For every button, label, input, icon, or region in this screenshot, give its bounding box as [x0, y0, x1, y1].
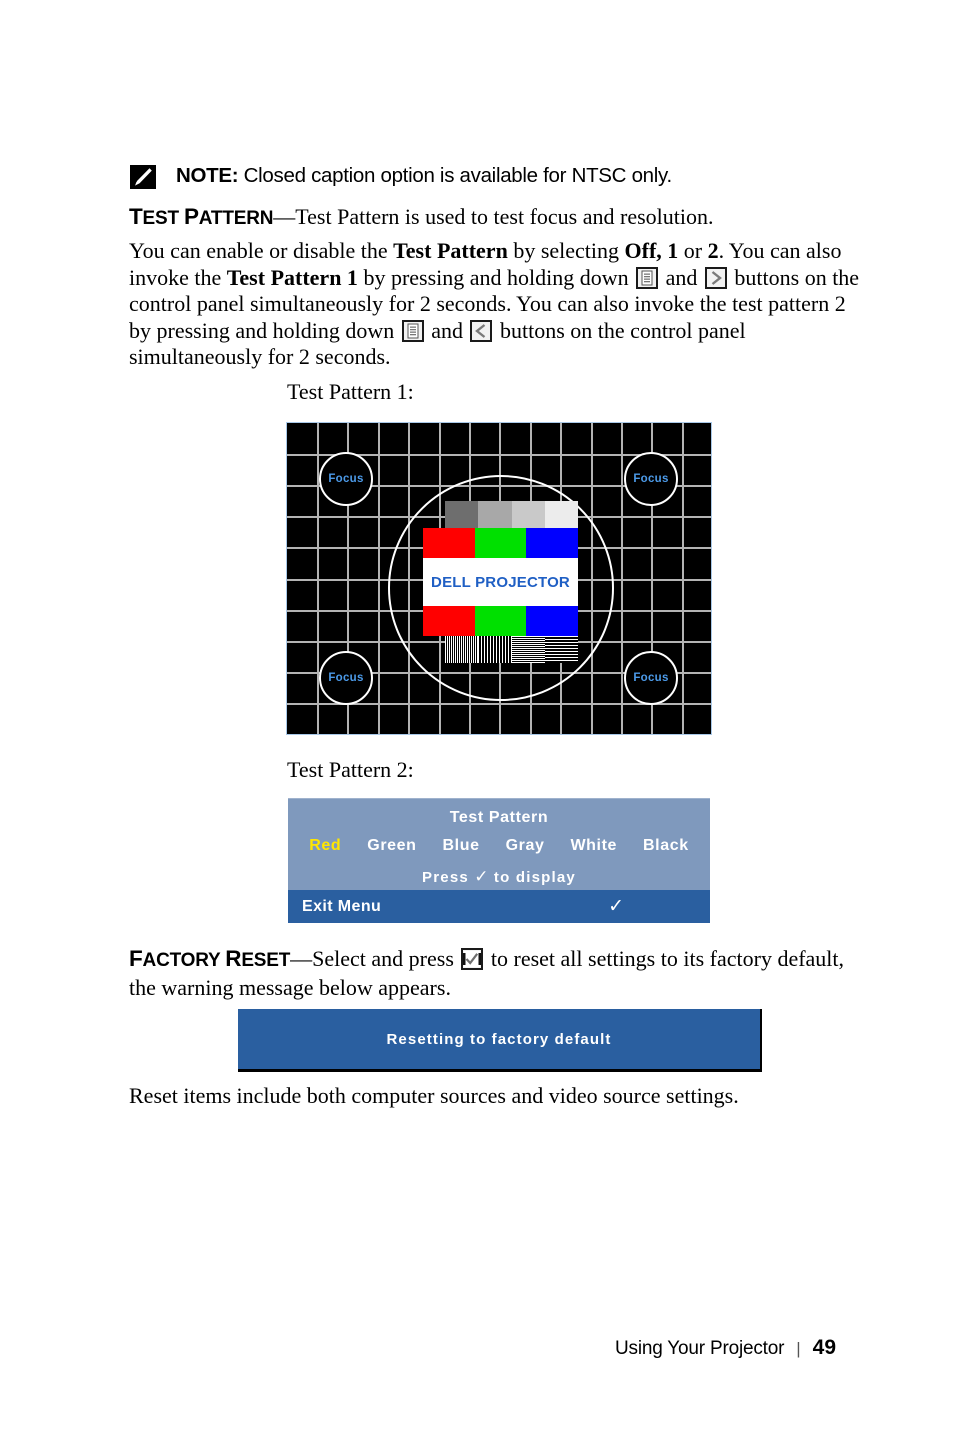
para-text-2: by selecting: [507, 238, 625, 263]
note-block: NOTE: Closed caption option is available…: [130, 163, 672, 189]
resolution-line-row: [445, 636, 578, 663]
left-arrow-icon: [470, 319, 493, 342]
green-swatch: [474, 606, 527, 636]
note-text: NOTE: Closed caption option is available…: [176, 163, 672, 189]
para-text-5: by pressing and holding down: [357, 264, 635, 290]
note-label: NOTE:: [176, 164, 239, 187]
rgb-bar-row-bottom: [423, 606, 579, 636]
note-body: Closed caption option is available for N…: [238, 164, 672, 187]
osd-option-black[interactable]: Black: [643, 837, 689, 855]
closing-paragraph: Reset items include both computer source…: [129, 1083, 739, 1108]
osd-option-red[interactable]: Red: [309, 837, 341, 855]
caption-test-pattern-1: Test Pattern 1:: [287, 379, 414, 404]
focus-circle-bottom-left: Focus: [319, 651, 373, 705]
para-bold-off1: Off, 1: [624, 238, 679, 263]
red-swatch: [423, 528, 475, 558]
focus-circle-top-right: Focus: [624, 452, 678, 506]
test-pattern-paragraph: You can enable or disable the Test Patte…: [129, 238, 869, 371]
osd-exit-label: Exit Menu: [302, 897, 382, 915]
rgb-bar-row-top: [423, 528, 579, 558]
note-pencil-icon: [130, 165, 156, 189]
focus-circle-top-left: Focus: [319, 452, 373, 506]
grayscale-bar-row: [445, 501, 578, 528]
dell-projector-text: DELL PROJECTOR: [431, 573, 570, 591]
blue-swatch: [526, 528, 579, 558]
osd-option-blue[interactable]: Blue: [443, 837, 480, 855]
gray-swatch-4: [544, 501, 578, 528]
horizontal-fine-lines: [511, 636, 545, 663]
osd-exit-menu-row[interactable]: Exit Menu ✓: [288, 890, 710, 923]
osd-option-gray[interactable]: Gray: [506, 837, 545, 855]
resetting-banner: Resetting to factory default: [238, 1009, 762, 1072]
para-bold-2: 2: [707, 238, 719, 263]
factory-reset-text-1: —Select and press: [290, 946, 460, 971]
menu-icon: [401, 319, 424, 342]
osd-option-green[interactable]: Green: [367, 837, 416, 855]
para-text-8: and: [425, 317, 469, 343]
vertical-medium-lines: [478, 636, 512, 663]
para-text-3: or: [678, 238, 708, 263]
focus-label: Focus: [633, 672, 669, 684]
test-pattern-term-desc: —Test Pattern is used to test focus and …: [273, 204, 714, 229]
factory-reset-term: FACTORY RESET: [129, 946, 291, 971]
osd-option-white[interactable]: White: [570, 837, 617, 855]
check-icon: ✓: [474, 867, 489, 886]
gray-swatch-1: [445, 501, 479, 528]
gray-swatch-2: [478, 501, 512, 528]
focus-circle-bottom-right: Focus: [624, 651, 678, 705]
footer-title: Using Your Projector: [615, 1338, 785, 1359]
horizontal-medium-lines: [544, 636, 578, 663]
factory-reset-paragraph: FACTORY RESET—Select and press to reset …: [129, 946, 869, 1001]
test-pattern-1-image: DELL PROJECTOR Focus Focus Focus Focus: [286, 422, 712, 735]
menu-icon: [636, 266, 659, 289]
document-page: NOTE: Closed caption option is available…: [0, 0, 954, 1432]
check-button-icon: [461, 948, 484, 970]
red-swatch: [423, 606, 475, 636]
para-bold-test-pattern: Test Pattern: [393, 238, 508, 263]
osd-press-hint: Press ✓ to display: [288, 867, 710, 887]
focus-label: Focus: [633, 473, 669, 485]
green-swatch: [474, 528, 527, 558]
press-suffix: to display: [493, 869, 576, 886]
check-icon: ✓: [608, 896, 624, 917]
vertical-fine-lines: [445, 636, 479, 663]
footer-separator: |: [796, 1339, 801, 1358]
center-white-band: DELL PROJECTOR: [423, 558, 578, 606]
focus-label: Focus: [328, 672, 364, 684]
color-bars-stack: DELL PROJECTOR: [423, 501, 579, 663]
osd-test-pattern-menu: Test Pattern Red Green Blue Gray White B…: [288, 798, 710, 923]
para-bold-test-pattern-1: Test Pattern 1: [226, 264, 358, 290]
blue-swatch: [526, 606, 579, 636]
gray-swatch-3: [511, 501, 545, 528]
osd-title: Test Pattern: [449, 809, 549, 826]
footer-page-number: 49: [812, 1336, 836, 1359]
para-text-6: and: [660, 264, 703, 290]
caption-test-pattern-2: Test Pattern 2:: [287, 757, 414, 782]
page-footer: Using Your Projector | 49: [615, 1336, 836, 1360]
para-text-1: You can enable or disable the: [129, 238, 394, 263]
press-prefix: Press: [422, 869, 469, 886]
test-pattern-term-line: TEST PATTERN—Test Pattern is used to tes…: [129, 203, 713, 233]
right-arrow-icon: [704, 266, 727, 289]
test-pattern-term: TEST PATTERN: [129, 204, 274, 229]
resetting-banner-text: Resetting to factory default: [386, 1030, 612, 1048]
focus-label: Focus: [328, 473, 364, 485]
osd-option-list: Red Green Blue Gray White Black: [288, 837, 710, 855]
